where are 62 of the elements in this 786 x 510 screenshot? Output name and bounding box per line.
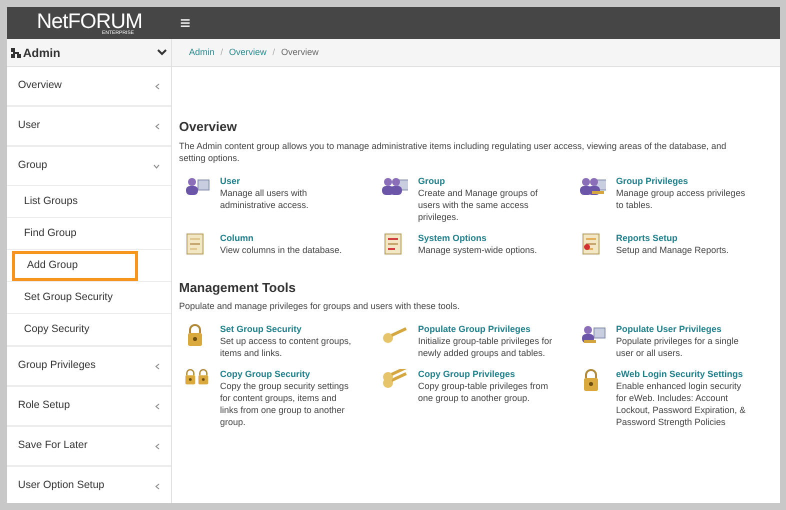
breadcrumb-link[interactable]: Overview xyxy=(281,46,319,60)
sidebar-item[interactable]: User Option Setup xyxy=(7,467,171,503)
breadcrumb-link[interactable]: Admin xyxy=(189,46,215,60)
sitemap-icon xyxy=(11,48,21,58)
sidebar-title: Admin xyxy=(23,44,62,62)
tool-description: Populate privileges for a single user or all users. xyxy=(616,335,740,359)
tool-link[interactable]: eWeb Login Security Settings xyxy=(616,369,752,380)
tool-description: Setup and Manage Reports. xyxy=(616,244,730,256)
sidebar-subitem[interactable]: Add Group xyxy=(12,250,138,280)
tool-description: View columns in the database. xyxy=(220,244,343,256)
chevron-left-icon xyxy=(155,442,160,450)
sidebar-subitem[interactable]: Set Group Security xyxy=(12,282,125,312)
sidebar-subitem[interactable]: List Groups xyxy=(12,186,90,216)
tool-description: Enable enhanced login security for eWeb. Includes: Account Lockout, Password Expiration, & Password Strength Policies xyxy=(616,380,747,428)
sidebar-item[interactable]: Role Setup xyxy=(7,387,171,425)
tool-link[interactable]: Populate Group Privileges xyxy=(418,324,554,335)
tool-description: Manage group access privileges to tables. xyxy=(616,186,746,210)
breadcrumb-link[interactable]: Overview xyxy=(229,46,267,60)
tool-description: Manage all users with administrative access. xyxy=(220,186,310,210)
tool-link[interactable]: Set Group Security xyxy=(220,324,356,335)
chevron-down-icon xyxy=(157,49,167,56)
sidebar-item[interactable]: User xyxy=(7,107,171,145)
tool-link[interactable]: System Options xyxy=(418,232,554,244)
tool-link[interactable]: Copy Group Security xyxy=(220,369,356,380)
breadcrumb-separator: / xyxy=(272,46,276,59)
users-icon xyxy=(382,176,408,198)
chevron-left-icon xyxy=(155,82,160,90)
tool-description: Copy the group security settings for content groups, items and links from one group to another group. xyxy=(220,380,350,428)
section-heading: Overview xyxy=(179,118,238,136)
tool-link[interactable]: Populate User Privileges xyxy=(616,324,752,335)
chevron-left-icon xyxy=(155,122,160,130)
tool-description: Manage system-wide options. xyxy=(418,244,538,256)
user-key-icon xyxy=(580,324,606,346)
tool-description: Initialize group-table privileges for newly added groups and tables. xyxy=(418,335,554,359)
section-description: Populate and manage privileges for groups and users with these tools. xyxy=(179,300,461,312)
keys-icon xyxy=(382,369,408,391)
breadcrumb-separator: / xyxy=(220,46,224,59)
tool-link[interactable]: Reports Setup xyxy=(616,232,752,244)
sidebar-item[interactable]: Group Privileges xyxy=(7,347,171,385)
tool-link[interactable]: User xyxy=(220,176,356,186)
chevron-down-icon xyxy=(153,164,160,168)
sidebar-subitem[interactable]: Find Group xyxy=(12,218,89,248)
users-key-icon xyxy=(580,176,606,198)
tool-description: Copy group-table privileges from one group to another group. xyxy=(418,380,550,404)
chevron-left-icon xyxy=(155,482,160,490)
section-heading: Management Tools xyxy=(179,278,297,297)
sidebar-subitem[interactable]: Copy Security xyxy=(12,314,102,344)
sidebar-item[interactable]: Save For Later xyxy=(7,427,171,465)
tool-link[interactable]: Group Privileges xyxy=(616,176,752,186)
chevron-left-icon xyxy=(155,362,160,370)
tool-description: Set up access to content groups, items and links. xyxy=(220,335,352,359)
tool-description: Create and Manage groups of users with the same access privileges. xyxy=(418,186,539,222)
menu-button[interactable]: ≡ xyxy=(180,14,191,32)
sidebar-item[interactable]: Overview xyxy=(7,67,171,105)
section-description: The Admin content group allows you to manage administrative items including regulating user access, viewing areas of the database, and setting options. xyxy=(179,140,728,164)
tool-link[interactable]: Copy Group Privileges xyxy=(418,369,554,380)
sidebar-header[interactable]: Admin xyxy=(7,39,171,67)
sidebar-item[interactable]: Group xyxy=(7,147,171,185)
chevron-left-icon xyxy=(155,402,160,410)
user-computer-icon xyxy=(184,176,210,198)
tool-link[interactable]: Column xyxy=(220,232,356,244)
tool-link[interactable]: Group xyxy=(418,176,554,186)
